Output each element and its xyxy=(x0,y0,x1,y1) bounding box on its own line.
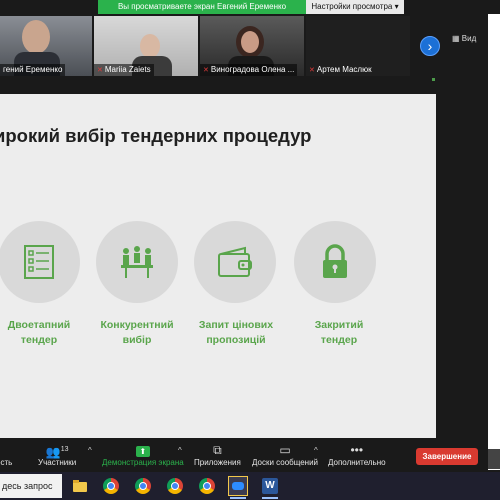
share-arrow: ⬆ xyxy=(135,446,150,457)
view-label: Вид xyxy=(461,34,477,43)
chrome-icon[interactable] xyxy=(103,478,119,494)
meeting-icon xyxy=(121,246,153,278)
word-icon[interactable]: W xyxy=(262,478,278,494)
chevron-up-icon[interactable]: ^ xyxy=(88,446,92,455)
mic-muted-icon: ✕ xyxy=(97,67,103,74)
active-app-indicator xyxy=(230,497,246,499)
participant-face xyxy=(140,34,160,58)
view-settings-button[interactable]: Настройки просмотра ▾ xyxy=(306,0,404,14)
participant-tile[interactable]: гений Еременко xyxy=(0,16,92,76)
chrome-icon[interactable] xyxy=(167,478,183,494)
whiteboard-icon: ▭ xyxy=(279,443,291,457)
procedure-label-line: пропозицій xyxy=(206,334,266,346)
toolbar-label: Приложения xyxy=(194,458,241,467)
procedure-icon-circle xyxy=(194,221,276,303)
procedure-label-line: Закритий xyxy=(314,319,364,331)
end-meeting-button[interactable]: Завершение xyxy=(416,448,478,465)
procedure-icon-circle xyxy=(0,221,80,303)
chevron-down-icon: ▾ xyxy=(394,2,399,11)
share-screen-icon: ⬆ xyxy=(102,442,184,458)
participant-face xyxy=(22,20,50,54)
procedure-icon-circle xyxy=(96,221,178,303)
side-panel xyxy=(488,14,500,470)
procedure-label-line: тендер xyxy=(320,334,358,346)
procedure-label-line: вибір xyxy=(122,334,152,346)
meeting-toolbar: ость 👥13 Участники ^ ⬆ Демонстрация экра… xyxy=(0,440,488,470)
mic-muted-icon: ✕ xyxy=(203,67,209,74)
slide-indicator xyxy=(432,78,435,81)
participant-name-text: Артем Маслюк xyxy=(316,65,372,74)
checklist-icon xyxy=(24,245,54,279)
procedure-icon-circle xyxy=(294,221,376,303)
file-explorer-icon[interactable] xyxy=(72,478,88,494)
share-banner: Вы просматриваете экран Евгений Еременко… xyxy=(0,0,500,14)
participants-icon: 👥13 xyxy=(38,442,76,459)
sharing-indicator: Вы просматриваете экран Евгений Еременко xyxy=(98,0,306,14)
more-icon: ••• xyxy=(350,443,364,457)
chrome-icon[interactable] xyxy=(135,478,151,494)
participant-name-text: Виноградова Олена ... xyxy=(210,65,295,74)
zoom-window: Вы просматриваете экран Евгений Еременко… xyxy=(0,0,500,500)
participant-face xyxy=(236,26,264,58)
toolbar-label: ость xyxy=(0,458,13,467)
procedure-label-line: Двоетапний xyxy=(7,319,71,331)
mic-muted-icon: ✕ xyxy=(309,67,315,74)
apps-button[interactable]: ⧉ Приложения xyxy=(194,442,241,468)
active-app-indicator xyxy=(262,497,278,499)
security-button[interactable]: ость xyxy=(0,442,12,468)
lock-icon xyxy=(323,244,347,278)
toolbar-label: Доски сообщений xyxy=(252,458,319,467)
procedure-label: Закритий тендер xyxy=(284,318,394,348)
more-button[interactable]: ••• Дополнительно xyxy=(328,442,386,468)
procedure-label-line: тендер xyxy=(20,334,58,346)
procedure-label: Запит цінових пропозицій xyxy=(181,318,291,348)
procedure-label-line: Конкурентний xyxy=(100,319,174,331)
participant-name: ✕ Mariia Zaiets xyxy=(94,64,154,76)
participant-name: гений Еременко xyxy=(0,64,66,76)
procedure-label: Двоетапний тендер xyxy=(0,318,94,348)
participant-tile[interactable]: ✕ Виноградова Олена ... xyxy=(200,16,304,76)
slide-title: ирокий вибір тендерних процедур xyxy=(0,125,312,146)
participants-button[interactable]: 👥13 Участники xyxy=(38,442,76,468)
next-page-button[interactable]: › xyxy=(420,36,440,56)
procedure-label-line: Запит цінових xyxy=(198,319,274,331)
procedure-label: Конкурентний вибір xyxy=(82,318,192,348)
participant-name: ✕ Виноградова Олена ... xyxy=(200,64,298,76)
chevron-up-icon[interactable]: ^ xyxy=(314,446,318,455)
participant-tile[interactable]: ✕ Артем Маслюк xyxy=(306,16,410,76)
participant-name: ✕ Артем Маслюк xyxy=(306,64,375,76)
shield-icon xyxy=(0,442,12,458)
share-screen-button[interactable]: ⬆ Демонстрация экрана xyxy=(102,442,184,468)
self-view-thumbnail[interactable] xyxy=(488,449,500,469)
whiteboards-button[interactable]: ▭ Доски сообщений xyxy=(252,442,318,468)
zoom-icon[interactable] xyxy=(228,476,248,496)
participant-name-text: Mariia Zaiets xyxy=(104,65,151,74)
toolbar-label: Демонстрация экрана xyxy=(102,458,184,467)
grid-icon: ▦ xyxy=(452,34,462,43)
search-box[interactable]: десь запрос xyxy=(0,474,62,498)
participant-tile[interactable]: ✕ Mariia Zaiets xyxy=(94,16,198,76)
view-button[interactable]: ▦ Вид xyxy=(452,34,476,43)
chevron-up-icon[interactable]: ^ xyxy=(178,446,182,455)
view-settings-label: Настройки просмотра xyxy=(311,2,393,11)
toolbar-label: Дополнительно xyxy=(328,458,386,467)
wallet-icon xyxy=(218,246,252,277)
participant-count: 13 xyxy=(60,446,69,453)
chrome-icon[interactable] xyxy=(199,478,215,494)
toolbar-label: Участники xyxy=(38,458,77,467)
participants-glyph: 👥 xyxy=(45,445,61,459)
apps-icon: ⧉ xyxy=(213,443,222,457)
